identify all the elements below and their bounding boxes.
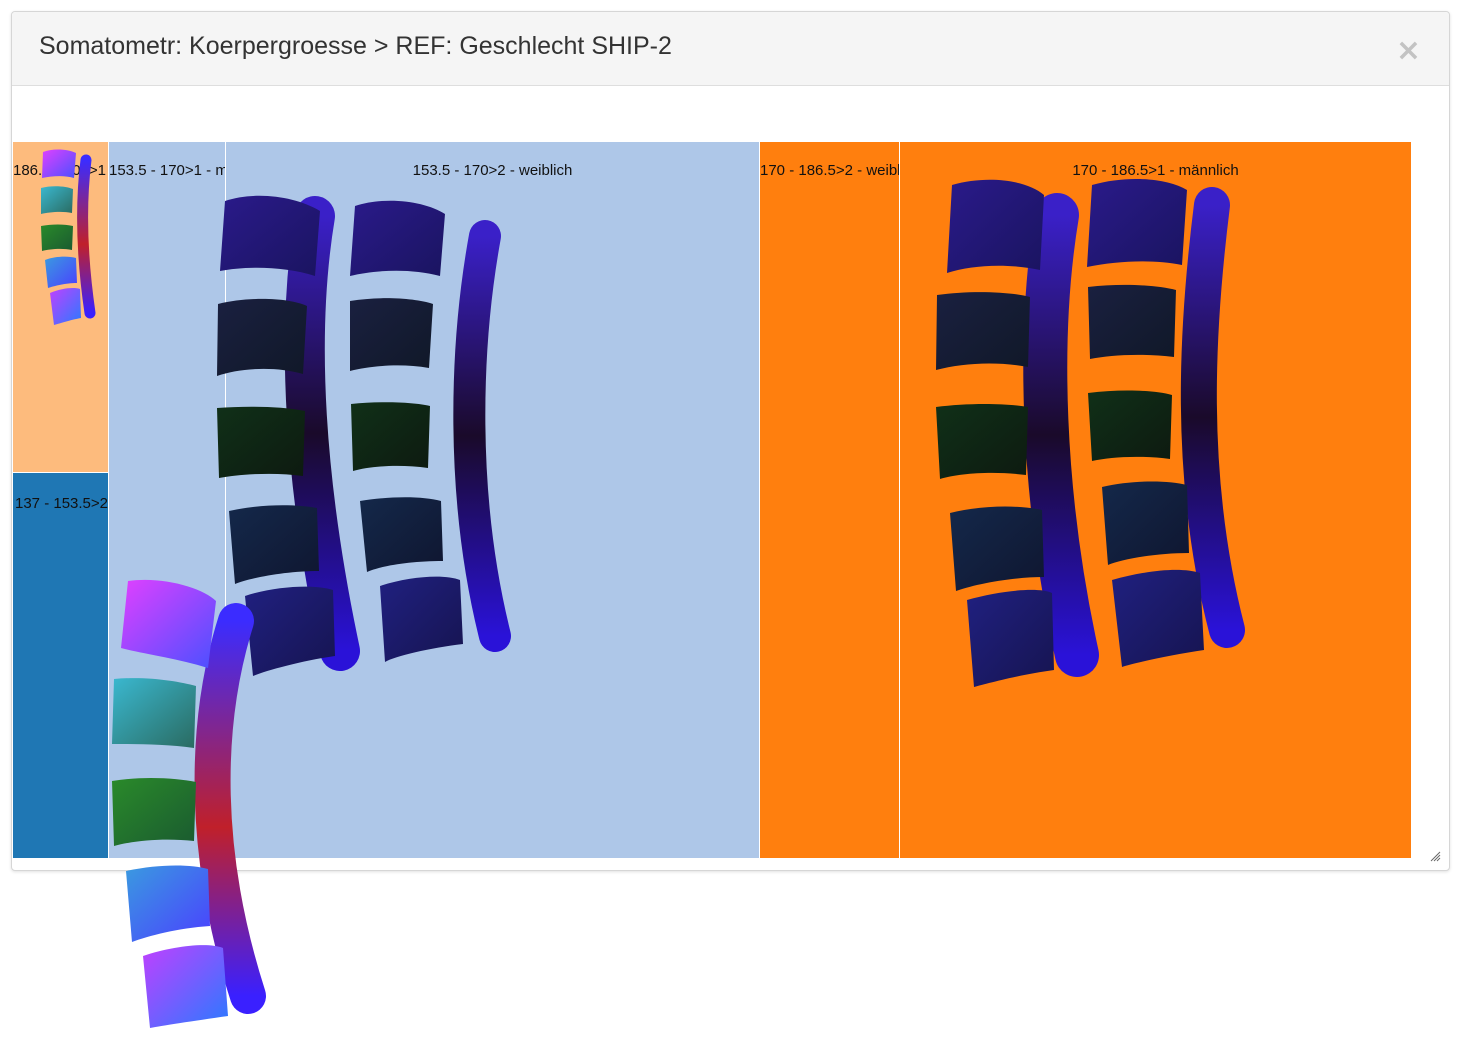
close-icon[interactable]: ×: [1396, 36, 1421, 66]
treemap-cell-153-170-maennlich[interactable]: 153.5 - 170>1 - männlich: [108, 141, 276, 859]
treemap-cell-170-186-maennlich[interactable]: 170 - 186.5>1 - männlich: [899, 141, 1412, 859]
cell-label: 170 - 186.5>1 - männlich: [1072, 162, 1239, 179]
resize-handle-icon[interactable]: [1429, 850, 1441, 862]
treemap-cell-137-153-weiblich[interactable]: 137 - 153.5>2 - weiblich: [12, 472, 175, 859]
cell-label: 170 - 186.5>2 - weiblich: [760, 162, 920, 179]
treemap-cell-153-170-weiblich[interactable]: 153.5 - 170>2 - weiblich: [225, 141, 760, 859]
cell-label: 153.5 - 170>1 - männlich: [109, 162, 276, 179]
cell-label: 186.5 - 203>1 - männlich: [13, 162, 180, 179]
treemap-cell-170-186-weiblich[interactable]: 170 - 186.5>2 - weiblich: [759, 141, 920, 859]
dialog-header: Somatometr: Koerpergroesse > REF: Geschl…: [12, 12, 1449, 86]
dialog-title: Somatometr: Koerpergroesse > REF: Geschl…: [39, 32, 672, 60]
treemap: 186.5 - 203>1 - männlich 137 - 153.5>2 -…: [12, 141, 1412, 859]
treemap-cell-186-203-maennlich[interactable]: 186.5 - 203>1 - männlich: [12, 141, 180, 473]
cell-label: 153.5 - 170>2 - weiblich: [412, 162, 573, 179]
